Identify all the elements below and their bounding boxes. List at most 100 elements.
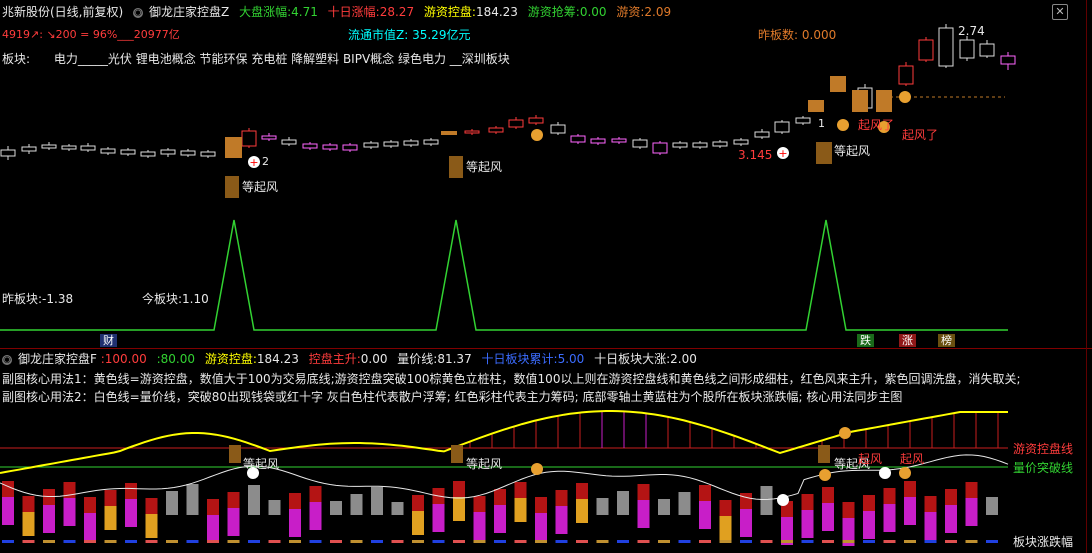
candle-body — [41, 144, 57, 149]
fly-label-2: 起风了 — [902, 128, 939, 142]
volume-bar — [514, 508, 527, 522]
block-bar — [166, 540, 178, 543]
orange-candle — [808, 100, 824, 112]
volume-bar — [719, 526, 732, 540]
volume-bar — [125, 499, 137, 509]
volume-bar — [371, 487, 383, 515]
money-bag-icon — [839, 427, 851, 439]
candle-body — [508, 119, 524, 128]
volume-bar — [289, 509, 301, 519]
red-cross-glyph: + — [778, 147, 787, 160]
block-bar — [678, 540, 691, 543]
lamp-icon — [451, 445, 463, 463]
block-bar — [842, 540, 855, 543]
volume-bar — [514, 482, 527, 498]
block-bar — [125, 540, 137, 543]
candle-body — [959, 39, 975, 59]
wait-label-3: 等起风 — [834, 144, 871, 158]
block-bar — [371, 540, 383, 543]
orange-candle — [830, 76, 846, 92]
money-bag-icon — [899, 91, 911, 103]
candle-body — [692, 142, 708, 148]
candle-body — [120, 149, 136, 155]
volume-bar — [760, 486, 773, 515]
volume-bar — [740, 493, 752, 509]
volume-bar — [22, 496, 35, 512]
red-cross-icon — [879, 467, 891, 479]
sub-wait-label-2: 等起风 — [466, 457, 503, 471]
volume-bar — [227, 518, 240, 536]
volume-bar — [904, 481, 916, 497]
candle-body — [241, 130, 257, 147]
volume-bar — [43, 505, 55, 515]
block-bar — [63, 540, 76, 543]
volume-bar — [268, 500, 281, 515]
candle-body — [383, 141, 399, 147]
block-bar — [945, 540, 957, 543]
volume-bar — [125, 509, 137, 527]
sub-indicator-name[interactable]: 御龙庄家控盘F — [18, 352, 97, 366]
block-bar — [473, 540, 486, 543]
candle-body — [61, 145, 77, 150]
volume-bar — [904, 507, 916, 525]
circle-dropdown-icon[interactable]: ◉ — [2, 354, 12, 365]
orange-candle — [876, 90, 892, 112]
sub-chart[interactable] — [0, 405, 1092, 553]
tag-zhang: 涨 — [899, 333, 916, 347]
lamp-icon — [229, 445, 241, 463]
volume-bar — [432, 514, 445, 532]
block-bar — [145, 540, 158, 543]
block-bar — [494, 540, 506, 543]
fly-label-1: 起风了 — [858, 118, 895, 132]
block-bar — [863, 540, 875, 543]
candle-body — [774, 121, 790, 133]
volume-bar — [617, 491, 629, 515]
volume-bar — [432, 504, 445, 514]
volume-bar — [842, 518, 855, 528]
volume-bar — [207, 515, 219, 525]
block-bar — [330, 540, 342, 543]
sub-volprice-value: 81.37 — [437, 352, 472, 366]
red-cross-icon — [777, 494, 789, 506]
block-bar — [719, 540, 732, 543]
candle-body — [160, 149, 176, 155]
volume-bar — [309, 502, 322, 512]
candle-body — [672, 142, 688, 148]
block-bar — [617, 540, 629, 543]
candle-body — [0, 149, 16, 157]
volume-bar — [330, 501, 342, 515]
candle-body — [918, 39, 934, 61]
panel-divider — [0, 348, 1092, 349]
volume-bar — [289, 519, 301, 537]
volume-bar — [842, 528, 855, 546]
candle-body — [1000, 55, 1016, 65]
candle-body — [632, 139, 648, 148]
block-bar — [535, 540, 547, 543]
block-bar — [412, 540, 424, 543]
volume-bar — [535, 497, 547, 513]
volume-bar — [863, 511, 875, 521]
sub-wait-label-1: 等起风 — [243, 457, 280, 471]
block-bar — [740, 540, 752, 543]
lamp-icon — [818, 445, 830, 463]
candle-body — [550, 124, 566, 134]
volume-bar — [883, 504, 896, 514]
sub-hot-label: 游资控盘: — [204, 352, 257, 366]
block-bar — [596, 540, 609, 543]
sub-header: ◉ 御龙庄家控盘F :100.00 :80.00 游资控盘:184.23 控盘主升… — [2, 351, 703, 367]
volume-bar — [945, 489, 957, 505]
block-bar — [801, 540, 814, 543]
block-bar — [658, 540, 670, 543]
block-bar — [822, 540, 834, 543]
box-marker — [225, 137, 242, 158]
candle-body — [342, 144, 358, 151]
block-bar — [22, 540, 35, 543]
volume-bar — [473, 512, 486, 522]
block-bar — [514, 540, 527, 543]
volume-bar — [719, 500, 732, 516]
volume-bar — [186, 484, 199, 515]
candle-body — [652, 142, 668, 154]
candle-body — [488, 127, 504, 133]
volume-bar — [412, 511, 424, 521]
orange-candle — [852, 90, 868, 112]
